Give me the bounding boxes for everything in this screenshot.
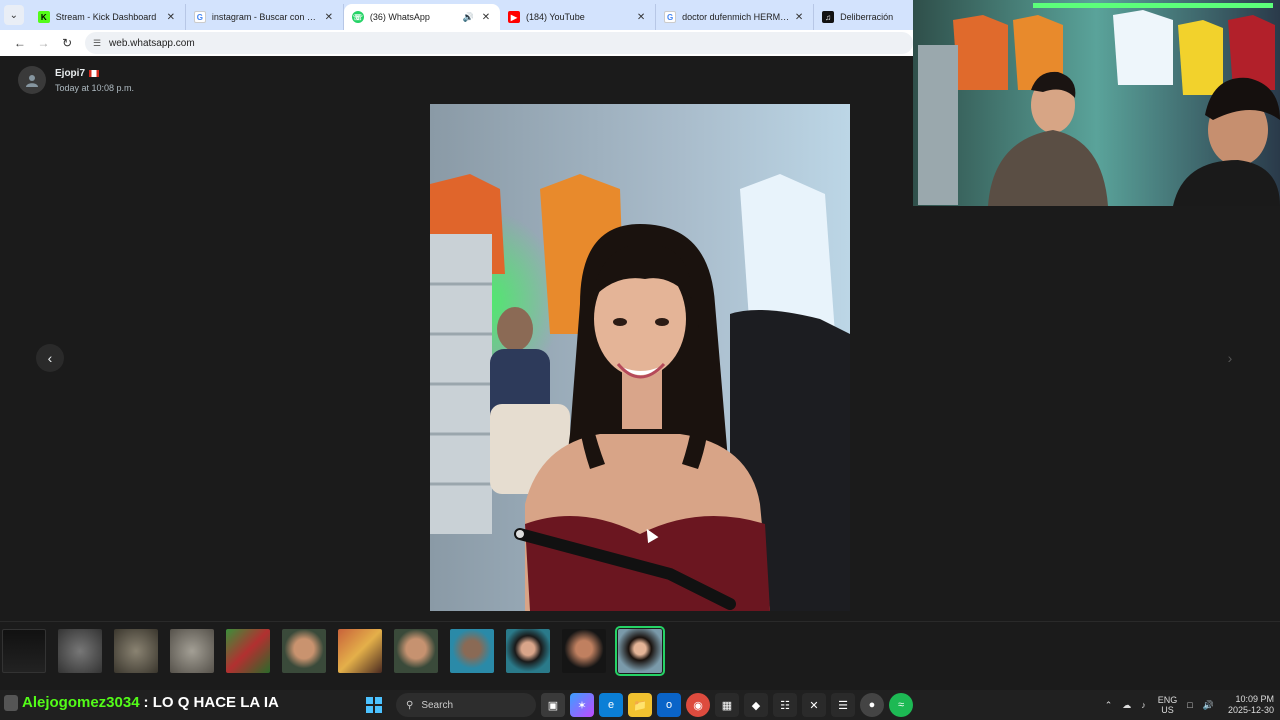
tab-kick-dashboard[interactable]: K Stream - Kick Dashboard ✕ <box>30 4 186 30</box>
apps-grid-icon[interactable]: ☷ <box>773 693 797 717</box>
volume-icon[interactable]: 🔊 <box>1203 700 1214 711</box>
thumbnail[interactable] <box>2 628 46 673</box>
clock-time: 10:09 PM <box>1235 694 1274 704</box>
chevron-down-icon: ⌄ <box>9 9 19 21</box>
spotify-icon[interactable]: ≈ <box>889 693 913 717</box>
sender-info: Ejopi7 Today at 10:08 p.m. <box>18 66 134 94</box>
avatar[interactable] <box>18 66 46 94</box>
chevron-right-icon: › <box>1227 350 1233 366</box>
main-photo[interactable] <box>430 104 850 611</box>
site-info-icon[interactable]: ☰ <box>93 38 101 49</box>
browser-toolbar: ← → ↻ ☰ web.whatsapp.com <box>0 30 913 56</box>
copilot-icon[interactable]: ✶ <box>570 693 594 717</box>
tab-title: (36) WhatsApp <box>369 12 430 22</box>
tab-search-dropdown[interactable]: ⌄ <box>4 5 24 25</box>
edge-icon[interactable]: e <box>599 693 623 717</box>
stream-chat-overlay: Alejogomez3034 : LO Q HACE LA IA <box>4 694 279 711</box>
google-icon: G <box>193 11 206 23</box>
clock[interactable]: 10:09 PM 2025-12-30 <box>1228 694 1274 716</box>
tab-title: Deliberración <box>840 12 894 22</box>
tab-title: instagram - Buscar con Google <box>211 12 323 22</box>
vpn-icon[interactable]: ◆ <box>744 693 768 717</box>
photo-image <box>430 104 850 611</box>
store-icon[interactable]: ▦ <box>715 693 739 717</box>
tab-title: (184) YouTube <box>525 12 585 22</box>
chrome-icon[interactable]: ◉ <box>686 693 710 717</box>
tab-title: doctor dufenmich HERMA O - <box>682 12 794 22</box>
kick-icon: K <box>37 11 50 23</box>
youtube-icon: ▶ <box>507 11 520 23</box>
tab-tiktok[interactable]: ♫ Deliberración <box>814 4 913 30</box>
search-placeholder: Search <box>421 699 454 711</box>
url-text: web.whatsapp.com <box>109 37 195 49</box>
outlook-icon[interactable]: o <box>657 693 681 717</box>
sender-name: Ejopi7 <box>55 67 86 79</box>
message-timestamp: Today at 10:08 p.m. <box>55 82 135 93</box>
system-tray: ⌃ ☁ ♪ ENG US □ 🔊 10:09 PM 2025-12-30 <box>1095 690 1274 720</box>
webcam-image <box>913 0 1280 206</box>
chat-badge-icon <box>4 694 18 711</box>
browser-tab-strip: ⌄ K Stream - Kick Dashboard ✕ G instagra… <box>0 0 913 30</box>
tiktok-icon: ♫ <box>822 11 835 23</box>
obs-icon[interactable]: ● <box>860 693 884 717</box>
notes-icon[interactable]: ☰ <box>831 693 855 717</box>
speaker-icon[interactable]: 🔊 <box>463 12 474 23</box>
tools-icon[interactable]: ✕ <box>802 693 826 717</box>
tab-whatsapp[interactable]: ☏ (36) WhatsApp 🔊 ✕ <box>343 4 500 30</box>
thumbnail[interactable] <box>338 628 382 673</box>
close-icon[interactable]: ✕ <box>323 12 335 23</box>
person-icon <box>26 75 38 87</box>
chevron-up-icon[interactable]: ⌃ <box>1105 700 1113 711</box>
thumbnail[interactable] <box>394 628 438 673</box>
thumbnail[interactable] <box>506 628 550 673</box>
thumbnail-selected[interactable] <box>615 625 665 676</box>
network-icon[interactable]: □ <box>1187 700 1192 710</box>
next-media-button[interactable]: › <box>1216 344 1244 372</box>
thumbnail-strip <box>0 621 1280 679</box>
windows-start-button[interactable] <box>362 693 386 717</box>
screen: ⌄ K Stream - Kick Dashboard ✕ G instagra… <box>0 0 1280 720</box>
tab-google-doctor[interactable]: G doctor dufenmich HERMA O - ✕ <box>656 4 815 30</box>
thumbnail[interactable] <box>450 628 494 673</box>
thumbnail[interactable] <box>562 628 606 673</box>
search-icon: ⚲ <box>406 699 414 711</box>
webcam-overlay <box>913 0 1280 206</box>
file-explorer-icon[interactable]: 📁 <box>628 693 652 717</box>
close-icon[interactable]: ✕ <box>793 12 805 23</box>
tab-youtube[interactable]: ▶ (184) YouTube ✕ <box>500 4 657 30</box>
tab-title: Stream - Kick Dashboard <box>55 12 157 22</box>
close-icon[interactable]: ✕ <box>480 12 492 23</box>
chevron-left-icon: ‹ <box>47 350 53 366</box>
close-icon[interactable]: ✕ <box>165 12 177 23</box>
microphone-icon[interactable]: ♪ <box>1141 700 1146 710</box>
address-bar[interactable]: ☰ web.whatsapp.com <box>84 32 913 54</box>
thumbnail[interactable] <box>282 628 326 673</box>
tray-app-icon[interactable]: ☁ <box>1122 700 1131 711</box>
flag-icon <box>89 69 100 77</box>
thumbnail[interactable] <box>170 628 214 673</box>
task-view-icon[interactable]: ▣ <box>541 693 565 717</box>
taskbar-search[interactable]: ⚲ Search <box>396 693 536 717</box>
thumbnail[interactable] <box>58 628 102 673</box>
previous-media-button[interactable]: ‹ <box>36 344 64 372</box>
tab-google-instagram[interactable]: G instagram - Buscar con Google ✕ <box>186 4 344 30</box>
language-code: ENG <box>1157 695 1178 705</box>
forward-icon[interactable]: → <box>32 36 56 50</box>
reload-icon[interactable]: ↻ <box>55 36 79 50</box>
region-code: US <box>1161 705 1174 715</box>
close-icon[interactable]: ✕ <box>635 12 647 23</box>
language-indicator[interactable]: ENG US <box>1158 695 1178 715</box>
chat-message: : LO Q HACE LA IA <box>143 694 279 711</box>
back-icon[interactable]: ← <box>8 36 32 50</box>
thumbnail[interactable] <box>226 628 270 673</box>
clock-date: 2025-12-30 <box>1227 705 1274 715</box>
whatsapp-icon: ☏ <box>351 11 364 23</box>
google-icon: G <box>664 11 677 23</box>
chat-username: Alejogomez3034 <box>22 694 140 711</box>
thumbnail[interactable] <box>114 628 158 673</box>
